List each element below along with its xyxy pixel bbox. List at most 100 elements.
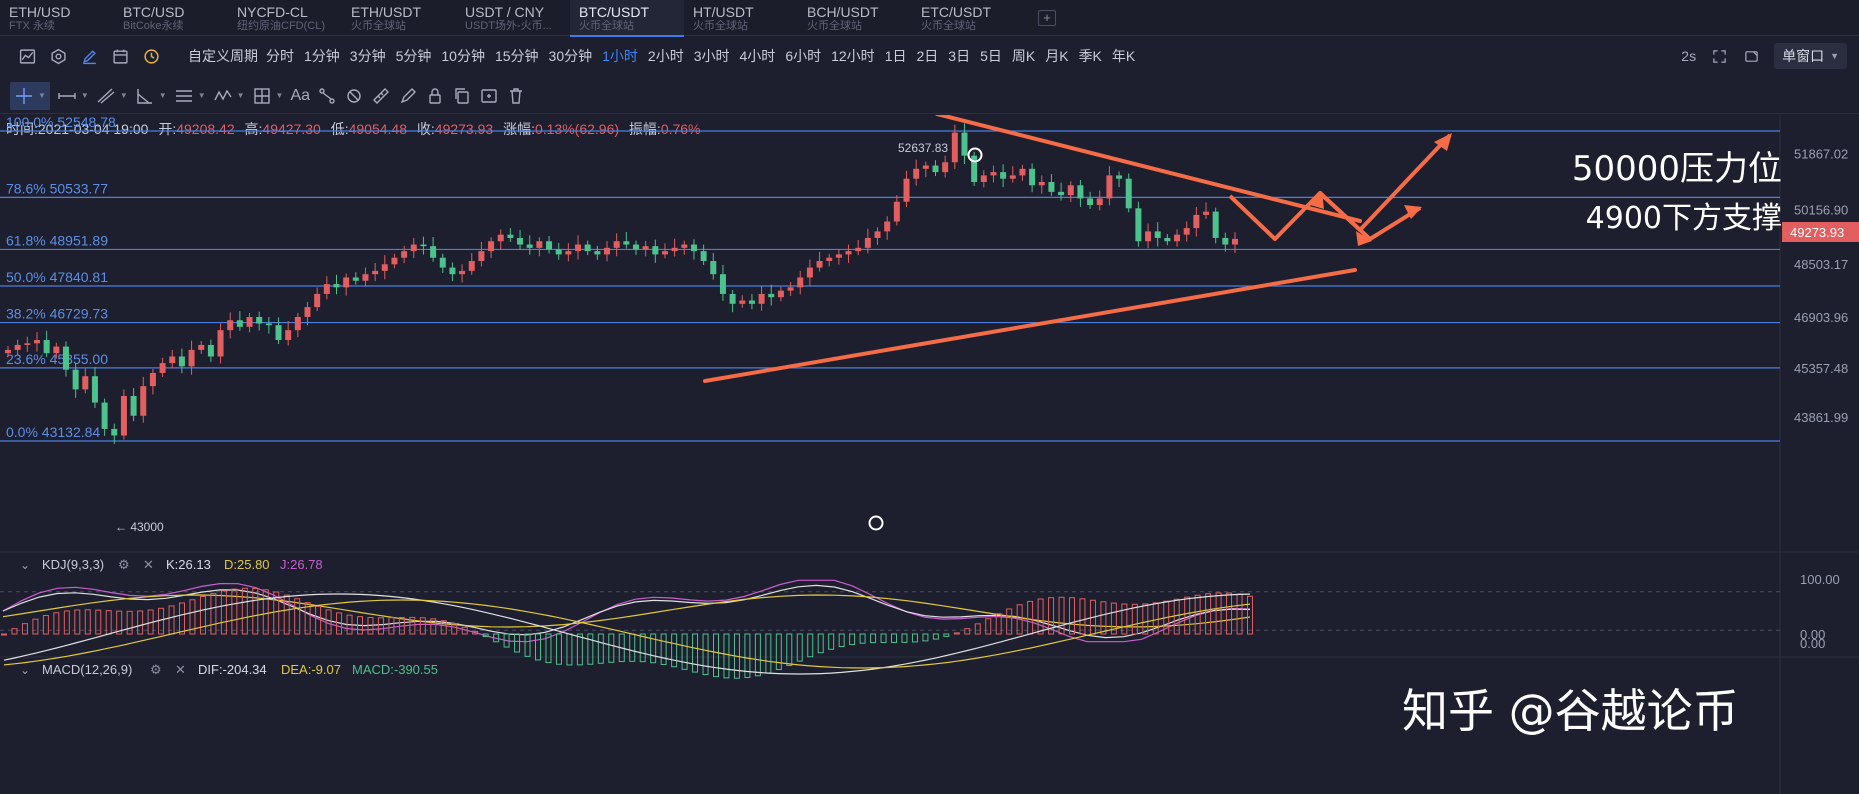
clock-coin-icon[interactable] [140, 45, 162, 67]
magnet-icon[interactable] [344, 82, 364, 110]
pattern-tool-icon[interactable] [317, 82, 337, 110]
period-option[interactable]: 3日 [948, 46, 970, 66]
candle-body [352, 277, 359, 281]
period-option[interactable]: 10分钟 [441, 46, 485, 66]
horizontal-line-tool-icon[interactable]: ▼ [57, 82, 89, 110]
candle-body [903, 178, 910, 202]
add-tab-icon[interactable]: + [1038, 10, 1056, 26]
tab-exchange: USDT场外-火币... [465, 20, 552, 32]
refresh-speed[interactable]: 2s [1681, 48, 1696, 64]
tab-nycfd-cl[interactable]: NYCFD-CL 纽约原油CFD(CL) [228, 0, 342, 36]
period-option[interactable]: 3小时 [694, 46, 730, 66]
low-marker-handle[interactable] [868, 515, 884, 531]
tab-eth-usd[interactable]: ETH/USD FTX 永续 [0, 0, 114, 36]
candle-body [459, 270, 466, 275]
candle-body [1125, 178, 1132, 209]
period-option[interactable]: 5分钟 [396, 46, 432, 66]
candle-body [1000, 172, 1007, 179]
tab-ht-usdt[interactable]: HT/USDT 火币全球站 [684, 0, 798, 36]
candle-body [719, 274, 726, 294]
measure-grid-tool-icon[interactable]: ▼ [252, 82, 283, 110]
period-option[interactable]: 1分钟 [304, 46, 340, 66]
candle-body [671, 247, 678, 252]
macd-histogram-bar [388, 617, 395, 635]
calendar-icon[interactable] [109, 45, 131, 67]
hexagon-settings-icon[interactable] [47, 45, 69, 67]
tab-eth-usdt[interactable]: ETH/USDT 火币全球站 [342, 0, 456, 36]
candle-body [507, 234, 514, 238]
period-option[interactable]: 12小时 [831, 46, 875, 66]
kdj-close-icon[interactable]: ✕ [143, 557, 154, 572]
macd-close-icon[interactable]: ✕ [175, 662, 186, 677]
trash-icon[interactable] [506, 82, 526, 110]
price-axis-tick: 46903.96 [1794, 310, 1848, 325]
macd-histogram-bar [1173, 598, 1180, 635]
candle-body [575, 244, 582, 252]
candle-body [285, 330, 292, 341]
candle-body [140, 386, 147, 416]
period-option[interactable]: 季K [1079, 46, 1102, 66]
period-option[interactable]: 2日 [916, 46, 938, 66]
candlestick-chart[interactable]: 时间:2021-03-04 19:00 开:49208.42 高:49427.3… [0, 115, 1859, 794]
kdj-settings-icon[interactable]: ⚙ [118, 557, 130, 572]
lock-icon[interactable] [425, 82, 445, 110]
period-option[interactable]: 周K [1012, 46, 1035, 66]
period-option[interactable]: 年K [1112, 46, 1135, 66]
candle-body [227, 320, 234, 331]
macd-histogram-bar [849, 633, 856, 645]
brush-icon[interactable] [398, 82, 418, 110]
macd-histogram-bar [53, 612, 60, 635]
custom-period-label[interactable]: 自定义周期 [188, 46, 258, 66]
macd-histogram-bar [859, 633, 866, 644]
ruler-icon[interactable] [371, 82, 391, 110]
candle-body [777, 290, 784, 298]
candle-body [835, 254, 842, 258]
copy-icon[interactable] [452, 82, 472, 110]
collapse-macd-icon[interactable]: ⌄ [20, 663, 30, 677]
angle-tool-icon[interactable]: ▼ [135, 82, 167, 110]
fullscreen-icon[interactable] [1710, 47, 1728, 65]
price-axis-tick: 48503.17 [1794, 257, 1848, 272]
snapshot-icon[interactable] [479, 82, 499, 110]
tab-etc-usdt[interactable]: ETC/USDT 火币全球站 [912, 0, 1026, 36]
period-option[interactable]: 30分钟 [549, 46, 593, 66]
period-option[interactable]: 6小时 [785, 46, 821, 66]
trend-line-tool-icon[interactable]: ▼ [96, 82, 128, 110]
tab-btc-usd[interactable]: BTC/USD BitCoke永续 [114, 0, 228, 36]
area-chart-icon[interactable] [16, 45, 38, 67]
pen-draw-icon[interactable] [78, 45, 100, 67]
macd-histogram-bar [891, 633, 897, 643]
macd-settings-icon[interactable]: ⚙ [150, 662, 162, 677]
candle-body [681, 244, 688, 248]
tab-bch-usdt[interactable]: BCH/USDT 火币全球站 [798, 0, 912, 36]
candle-body [884, 221, 891, 232]
macd-histogram-bar [1079, 598, 1086, 635]
window-mode-label: 单窗口 [1782, 48, 1825, 64]
candle-body [275, 325, 282, 341]
candle-body [149, 372, 156, 387]
candle-body [198, 344, 205, 350]
chart-area[interactable]: 时间:2021-03-04 19:00 开:49208.42 高:49427.3… [0, 115, 1859, 794]
period-option[interactable]: 4小时 [740, 46, 776, 66]
period-option[interactable]: 5日 [980, 46, 1002, 66]
screenshot-icon[interactable] [1742, 47, 1760, 65]
period-option[interactable]: 1日 [885, 46, 907, 66]
window-mode-select[interactable]: 单窗口 ▼ [1774, 43, 1847, 69]
period-option[interactable]: 3分钟 [350, 46, 386, 66]
parallel-channel-tool-icon[interactable]: ▼ [174, 82, 206, 110]
tab-usdt-cny[interactable]: USDT / CNY USDT场外-火币... [456, 0, 570, 36]
candle-body [700, 251, 707, 262]
candle-body [333, 284, 340, 288]
period-option[interactable]: 15分钟 [495, 46, 539, 66]
period-option[interactable]: 月K [1045, 46, 1068, 66]
period-option[interactable]: 1小时 [602, 46, 638, 66]
candle-body [362, 274, 369, 281]
text-tool-icon[interactable]: Aa [290, 82, 310, 110]
period-option[interactable]: 分时 [266, 46, 294, 66]
tab-btc-usdt[interactable]: BTC/USDT 火币全球站 [570, 0, 684, 37]
crosshair-tool-icon[interactable]: ▼ [10, 81, 50, 110]
wave-pattern-tool-icon[interactable]: ▼ [213, 82, 245, 110]
collapse-kdj-icon[interactable]: ⌄ [20, 558, 30, 572]
period-option[interactable]: 2小时 [648, 46, 684, 66]
right-tools: 2s 单窗口 ▼ [1681, 37, 1859, 75]
